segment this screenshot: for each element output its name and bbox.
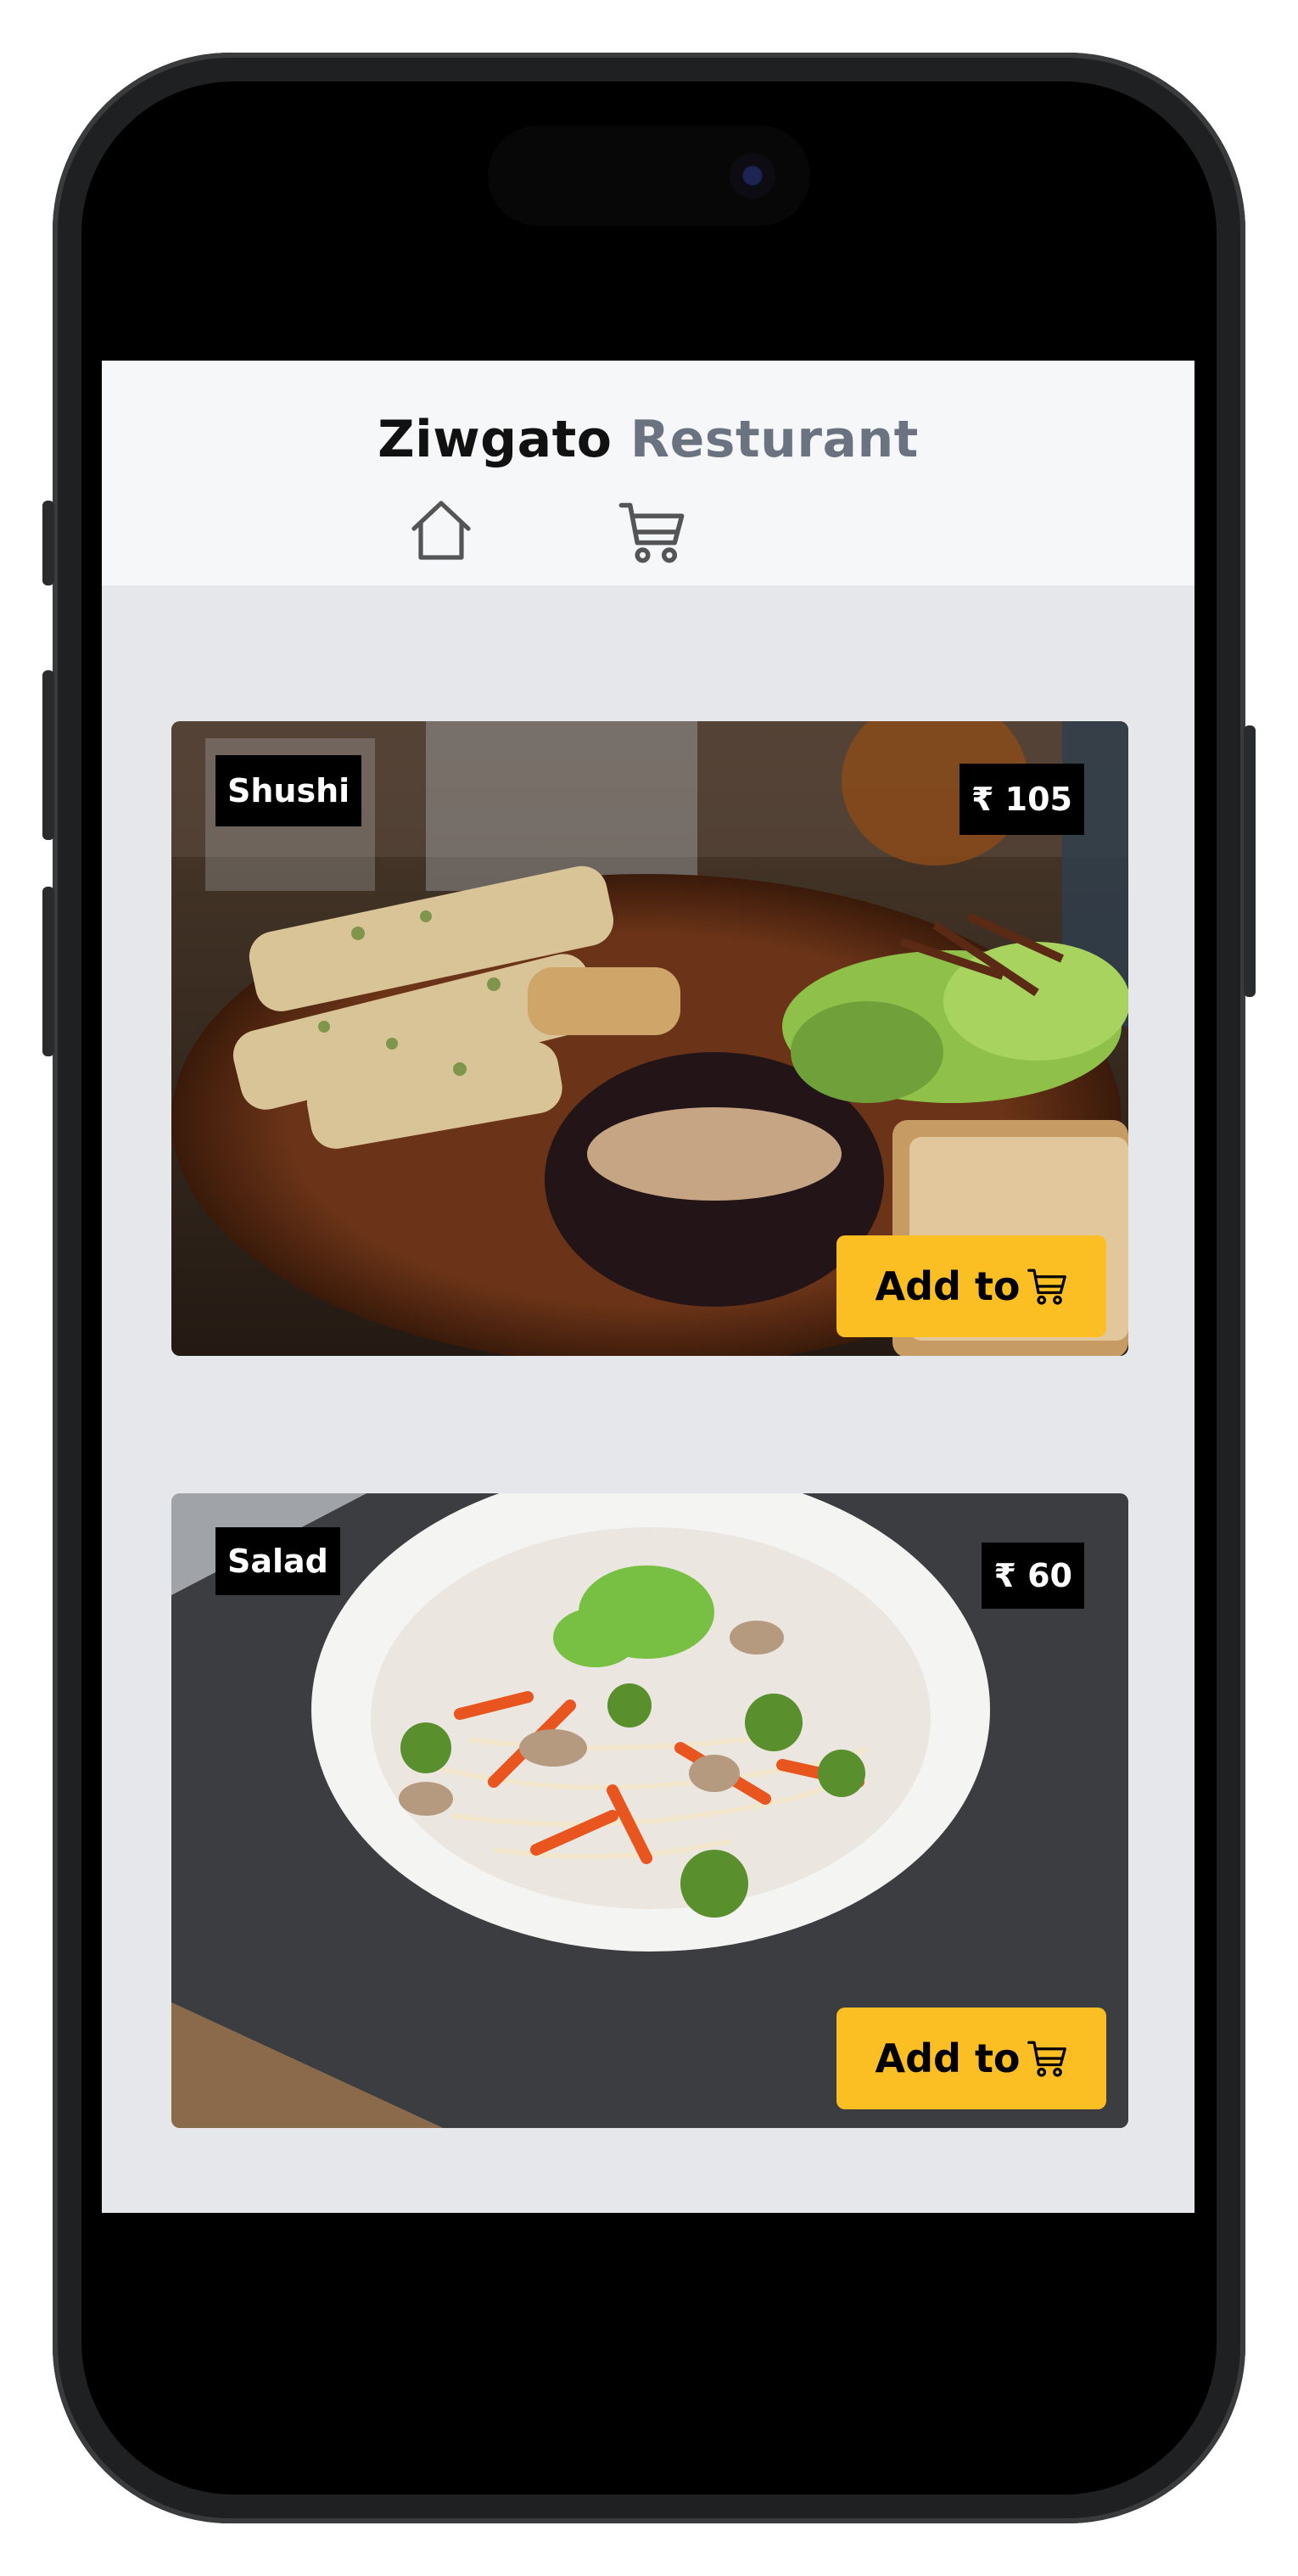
app-header: Ziwgato Resturant — [102, 361, 1194, 585]
cart-icon[interactable] — [616, 496, 687, 568]
menu-card-salad: Salad ₹ 60 Add to — [171, 1493, 1128, 2128]
brand-primary: Ziwgato — [378, 410, 613, 469]
power-button — [1244, 725, 1256, 997]
home-icon[interactable] — [407, 496, 475, 564]
camera-lens — [730, 153, 775, 199]
item-price-badge: ₹ 105 — [960, 764, 1084, 835]
volume-down-button — [42, 887, 54, 1056]
add-to-cart-button[interactable]: Add to — [836, 2008, 1106, 2109]
volume-up-button — [42, 670, 54, 840]
menu-card-shushi: Shushi ₹ 105 Add to — [171, 721, 1128, 1356]
add-to-cart-button[interactable]: Add to — [836, 1235, 1106, 1337]
action-button — [42, 501, 54, 585]
item-name-badge: Salad — [215, 1527, 340, 1595]
item-name-badge: Shushi — [215, 755, 362, 826]
app-screen: Ziwgato Resturant Shushi ₹ 105 Add to Sa… — [102, 361, 1194, 2213]
item-price-badge: ₹ 60 — [982, 1543, 1084, 1609]
add-to-cart-label: Add to — [875, 1263, 1021, 1309]
add-to-cart-label: Add to — [875, 2036, 1021, 2081]
cart-icon — [1027, 2041, 1066, 2077]
cart-icon — [1027, 1268, 1066, 1305]
brand-secondary: Resturant — [629, 410, 919, 469]
brand-title: Ziwgato Resturant — [102, 410, 1194, 469]
